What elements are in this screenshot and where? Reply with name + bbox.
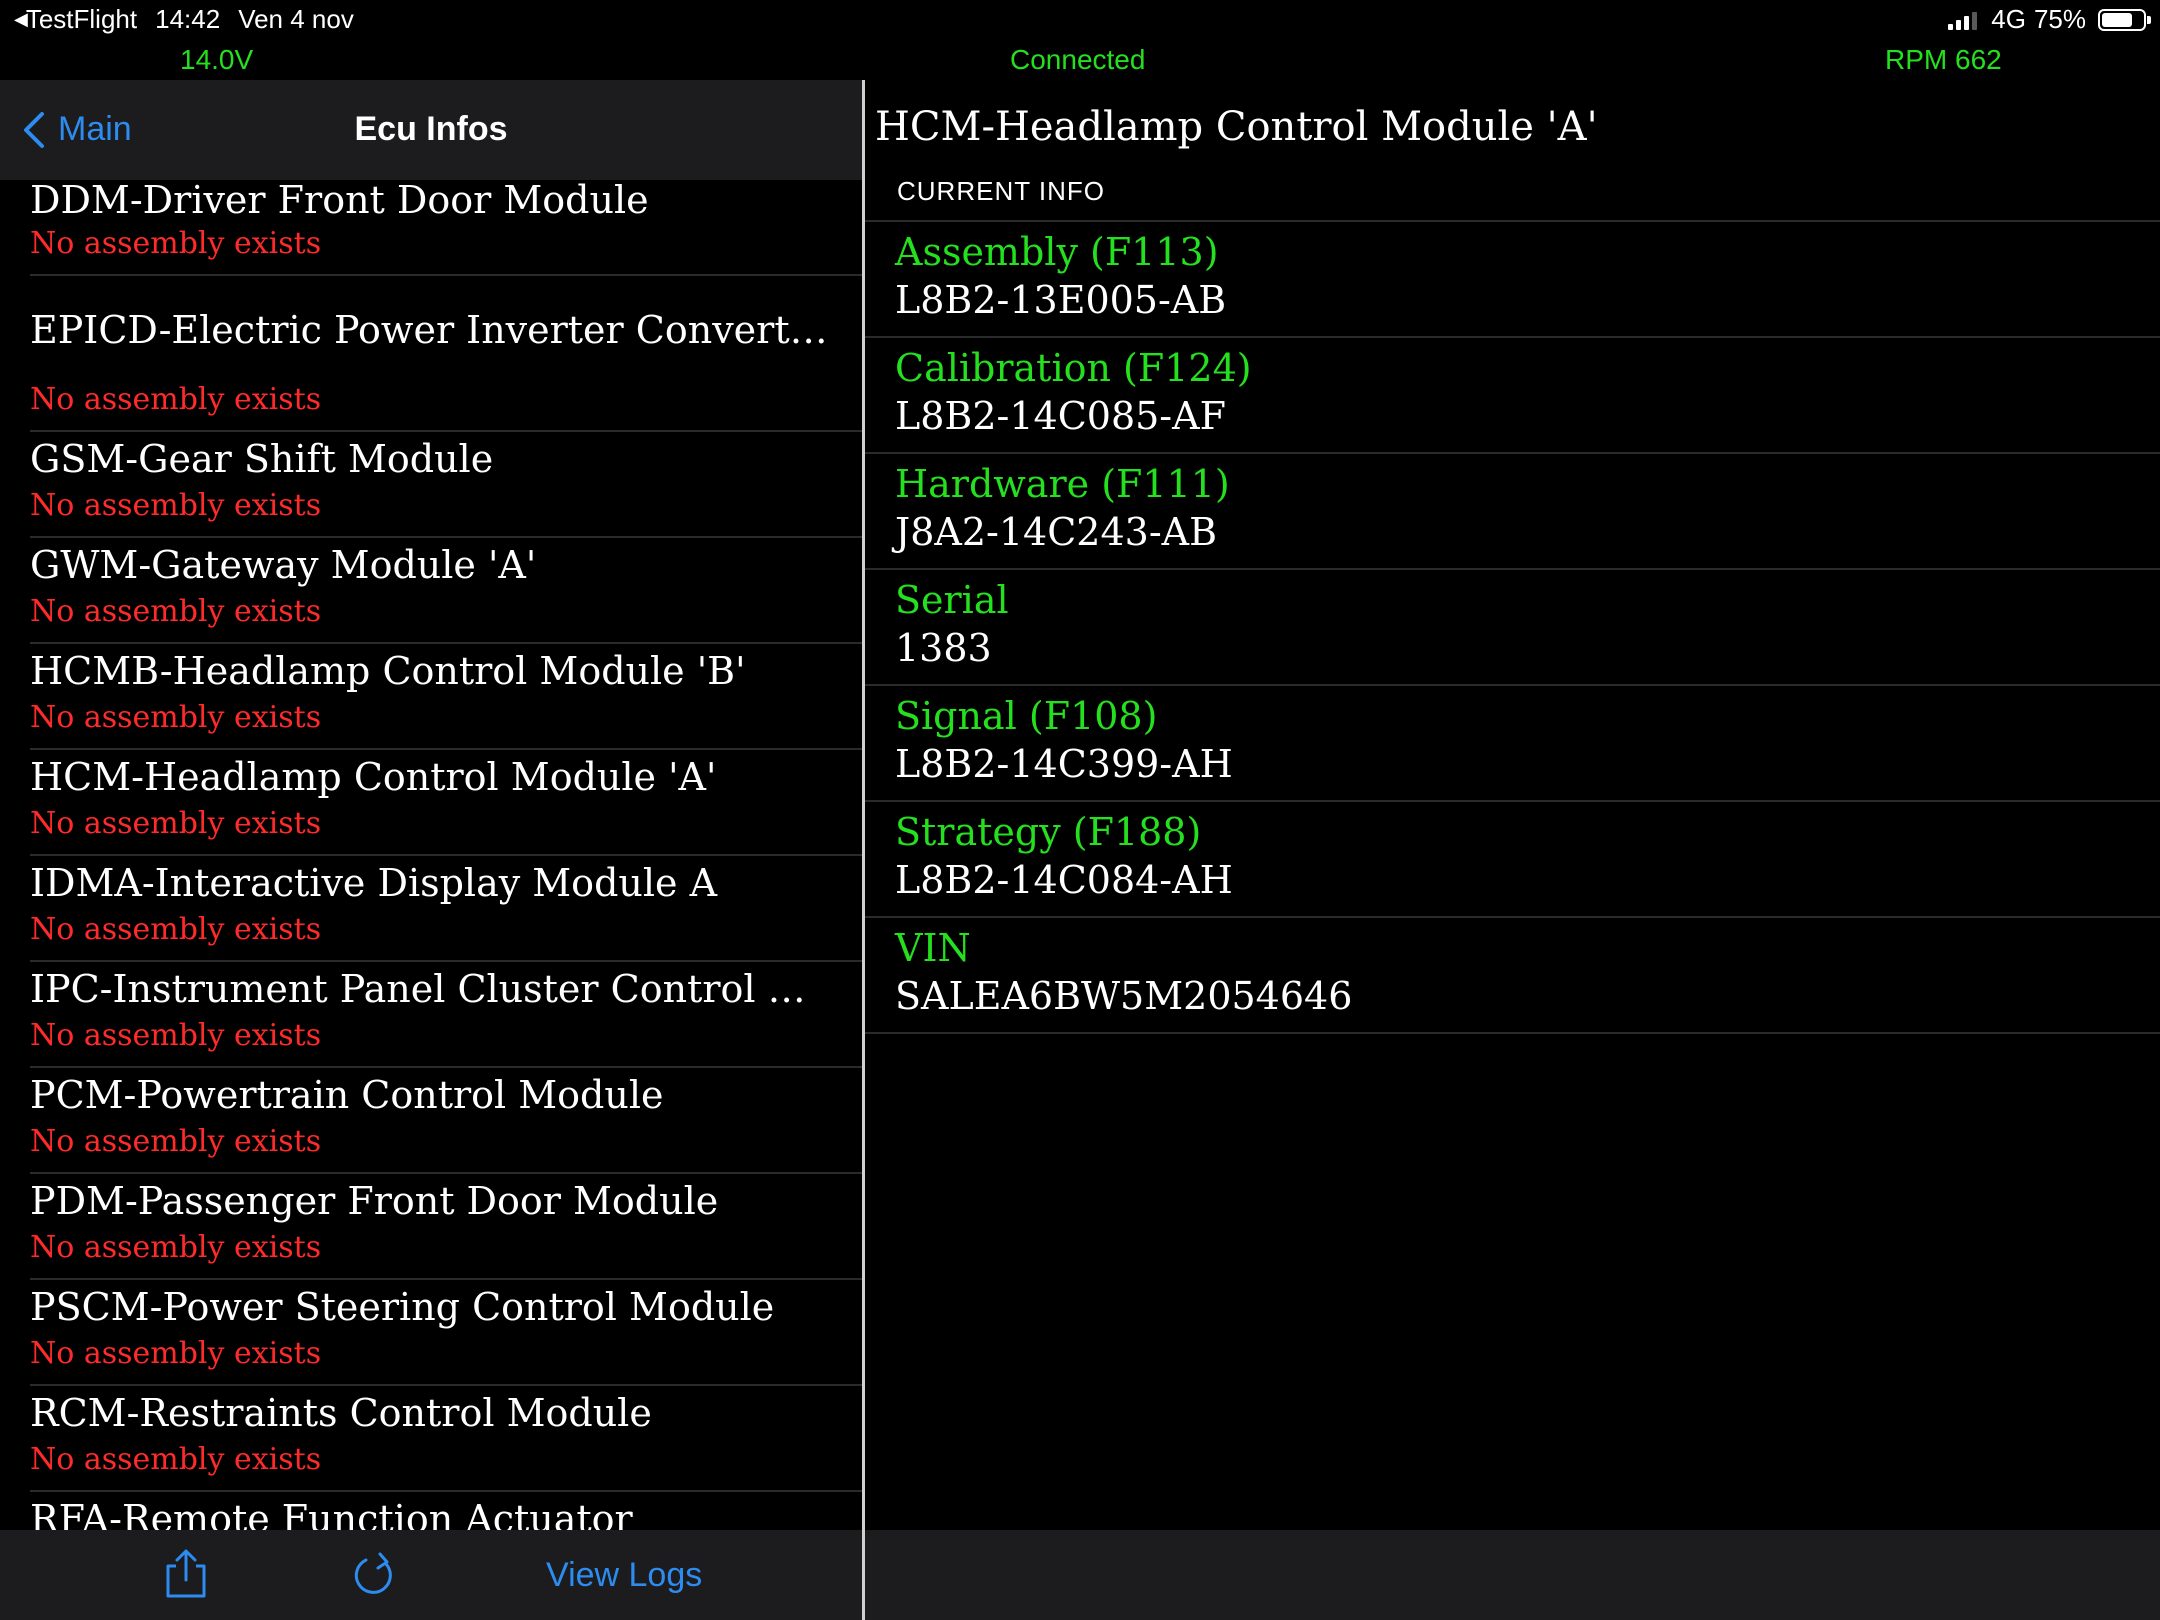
module-status: No assembly exists	[30, 700, 322, 735]
module-name: DDM-Driver Front Door Module	[30, 180, 649, 222]
info-label: Hardware (F111)	[895, 462, 1230, 506]
module-list[interactable]: DDM-Driver Front Door Module No assembly …	[0, 180, 862, 1610]
module-status: No assembly exists	[30, 382, 322, 417]
module-row[interactable]: RCM-Restraints Control Module No assembly…	[30, 1386, 862, 1492]
view-logs-button[interactable]: View Logs	[546, 1556, 702, 1595]
module-row[interactable]: GSM-Gear Shift Module No assembly exists	[30, 432, 862, 538]
module-row[interactable]: PCM-Powertrain Control Module No assembly…	[30, 1068, 862, 1174]
back-app-label: TestFlight	[25, 4, 138, 34]
status-time: 14:42	[155, 4, 221, 34]
module-status: No assembly exists	[30, 912, 322, 947]
nav-bar: Main Ecu Infos	[0, 80, 862, 180]
info-item: Hardware (F111) J8A2-14C243-AB	[865, 452, 2160, 568]
info-value: L8B2-13E005-AB	[895, 278, 1227, 322]
module-status: No assembly exists	[30, 1336, 322, 1371]
info-item: Serial 1383	[865, 568, 2160, 684]
detail-footer	[865, 1530, 2160, 1620]
module-name: GSM-Gear Shift Module	[30, 437, 494, 481]
info-item: Calibration (F124) L8B2-14C085-AF	[865, 336, 2160, 452]
network-label: 4G	[1991, 4, 2026, 34]
info-item: VIN SALEA6BW5M2054646	[865, 916, 2160, 1034]
module-name: IPC-Instrument Panel Cluster Control Mod…	[30, 967, 830, 1011]
info-value: 1383	[895, 626, 992, 670]
info-label: Calibration (F124)	[895, 346, 1252, 390]
info-value: L8B2-14C399-AH	[895, 742, 1233, 786]
detail-title: HCM-Headlamp Control Module 'A'	[875, 104, 1598, 150]
module-name: PCM-Powertrain Control Module	[30, 1073, 664, 1117]
info-list: Assembly (F113) L8B2-13E005-AB Calibration…	[865, 220, 2160, 1034]
module-name: HCM-Headlamp Control Module 'A'	[30, 755, 717, 799]
info-item: Assembly (F113) L8B2-13E005-AB	[865, 220, 2160, 336]
module-name: GWM-Gateway Module 'A'	[30, 543, 537, 587]
module-row[interactable]: DDM-Driver Front Door Module No assembly …	[30, 180, 862, 276]
module-status: No assembly exists	[30, 1018, 322, 1053]
info-item: Signal (F108) L8B2-14C399-AH	[865, 684, 2160, 800]
battery-icon	[2098, 8, 2151, 31]
module-row[interactable]: HCM-Headlamp Control Module 'A' No assemb…	[30, 750, 862, 856]
module-row[interactable]: PSCM-Power Steering Control Module No ass…	[30, 1280, 862, 1386]
info-label: VIN	[895, 926, 971, 970]
module-name: PDM-Passenger Front Door Module	[30, 1179, 719, 1223]
module-status: No assembly exists	[30, 1124, 322, 1159]
status-date: Ven 4 nov	[238, 4, 354, 34]
obd-status-row: 14.0V Connected RPM 662	[0, 40, 2160, 80]
module-status: No assembly exists	[30, 806, 322, 841]
info-value: L8B2-14C084-AH	[895, 858, 1233, 902]
module-name: IDMA-Interactive Display Module A	[30, 861, 718, 905]
refresh-icon[interactable]	[352, 1548, 398, 1605]
status-bar: ◀ TestFlight 14:42 Ven 4 nov 4G 75%	[0, 0, 2160, 40]
section-header: CURRENT INFO	[897, 176, 1105, 206]
info-label: Serial	[895, 578, 1009, 622]
info-item: Strategy (F188) L8B2-14C084-AH	[865, 800, 2160, 916]
info-label: Signal (F108)	[895, 694, 1158, 738]
master-pane: Main Ecu Infos DDM-Driver Front Door Mod…	[0, 80, 862, 1620]
module-row[interactable]: IDMA-Interactive Display Module A No asse…	[30, 856, 862, 962]
module-status: No assembly exists	[30, 488, 322, 523]
info-value: SALEA6BW5M2054646	[895, 974, 1353, 1018]
module-status: No assembly exists	[30, 1230, 322, 1265]
module-row[interactable]: PDM-Passenger Front Door Module No assemb…	[30, 1174, 862, 1280]
info-value: J8A2-14C243-AB	[895, 510, 1218, 554]
status-bar-right: 4G 75%	[1948, 4, 2151, 35]
detail-pane: HCM-Headlamp Control Module 'A' CURRENT …	[865, 80, 2160, 1620]
status-bar-left: ◀ TestFlight 14:42 Ven 4 nov	[14, 4, 354, 35]
connection-status: Connected	[1010, 44, 1146, 75]
module-name: RCM-Restraints Control Module	[30, 1391, 652, 1435]
battery-percent: 75%	[2033, 4, 2086, 34]
info-label: Strategy (F188)	[895, 810, 1202, 854]
bottom-toolbar: View Logs	[0, 1530, 862, 1620]
module-name: EPICD-Electric Power Inverter Converter …	[30, 308, 830, 352]
share-icon[interactable]	[164, 1548, 208, 1605]
module-row[interactable]: EPICD-Electric Power Inverter Converter …	[30, 276, 862, 432]
page-title: Ecu Infos	[354, 110, 508, 148]
module-status: No assembly exists	[30, 226, 322, 261]
module-name: HCMB-Headlamp Control Module 'B'	[30, 649, 746, 693]
info-label: Assembly (F113)	[895, 230, 1219, 274]
signal-icon	[1948, 10, 1978, 30]
info-value: L8B2-14C085-AF	[895, 394, 1226, 438]
rpm-readout: RPM 662	[1885, 44, 2002, 75]
module-row[interactable]: IPC-Instrument Panel Cluster Control Mod…	[30, 962, 862, 1068]
module-row[interactable]: GWM-Gateway Module 'A' No assembly exists	[30, 538, 862, 644]
module-row[interactable]: HCMB-Headlamp Control Module 'B' No assem…	[30, 644, 862, 750]
voltage-readout: 14.0V	[180, 44, 254, 75]
back-to-app[interactable]: ◀ TestFlight	[14, 4, 137, 35]
module-status: No assembly exists	[30, 1442, 322, 1477]
module-name: PSCM-Power Steering Control Module	[30, 1285, 775, 1329]
module-status: No assembly exists	[30, 594, 322, 629]
